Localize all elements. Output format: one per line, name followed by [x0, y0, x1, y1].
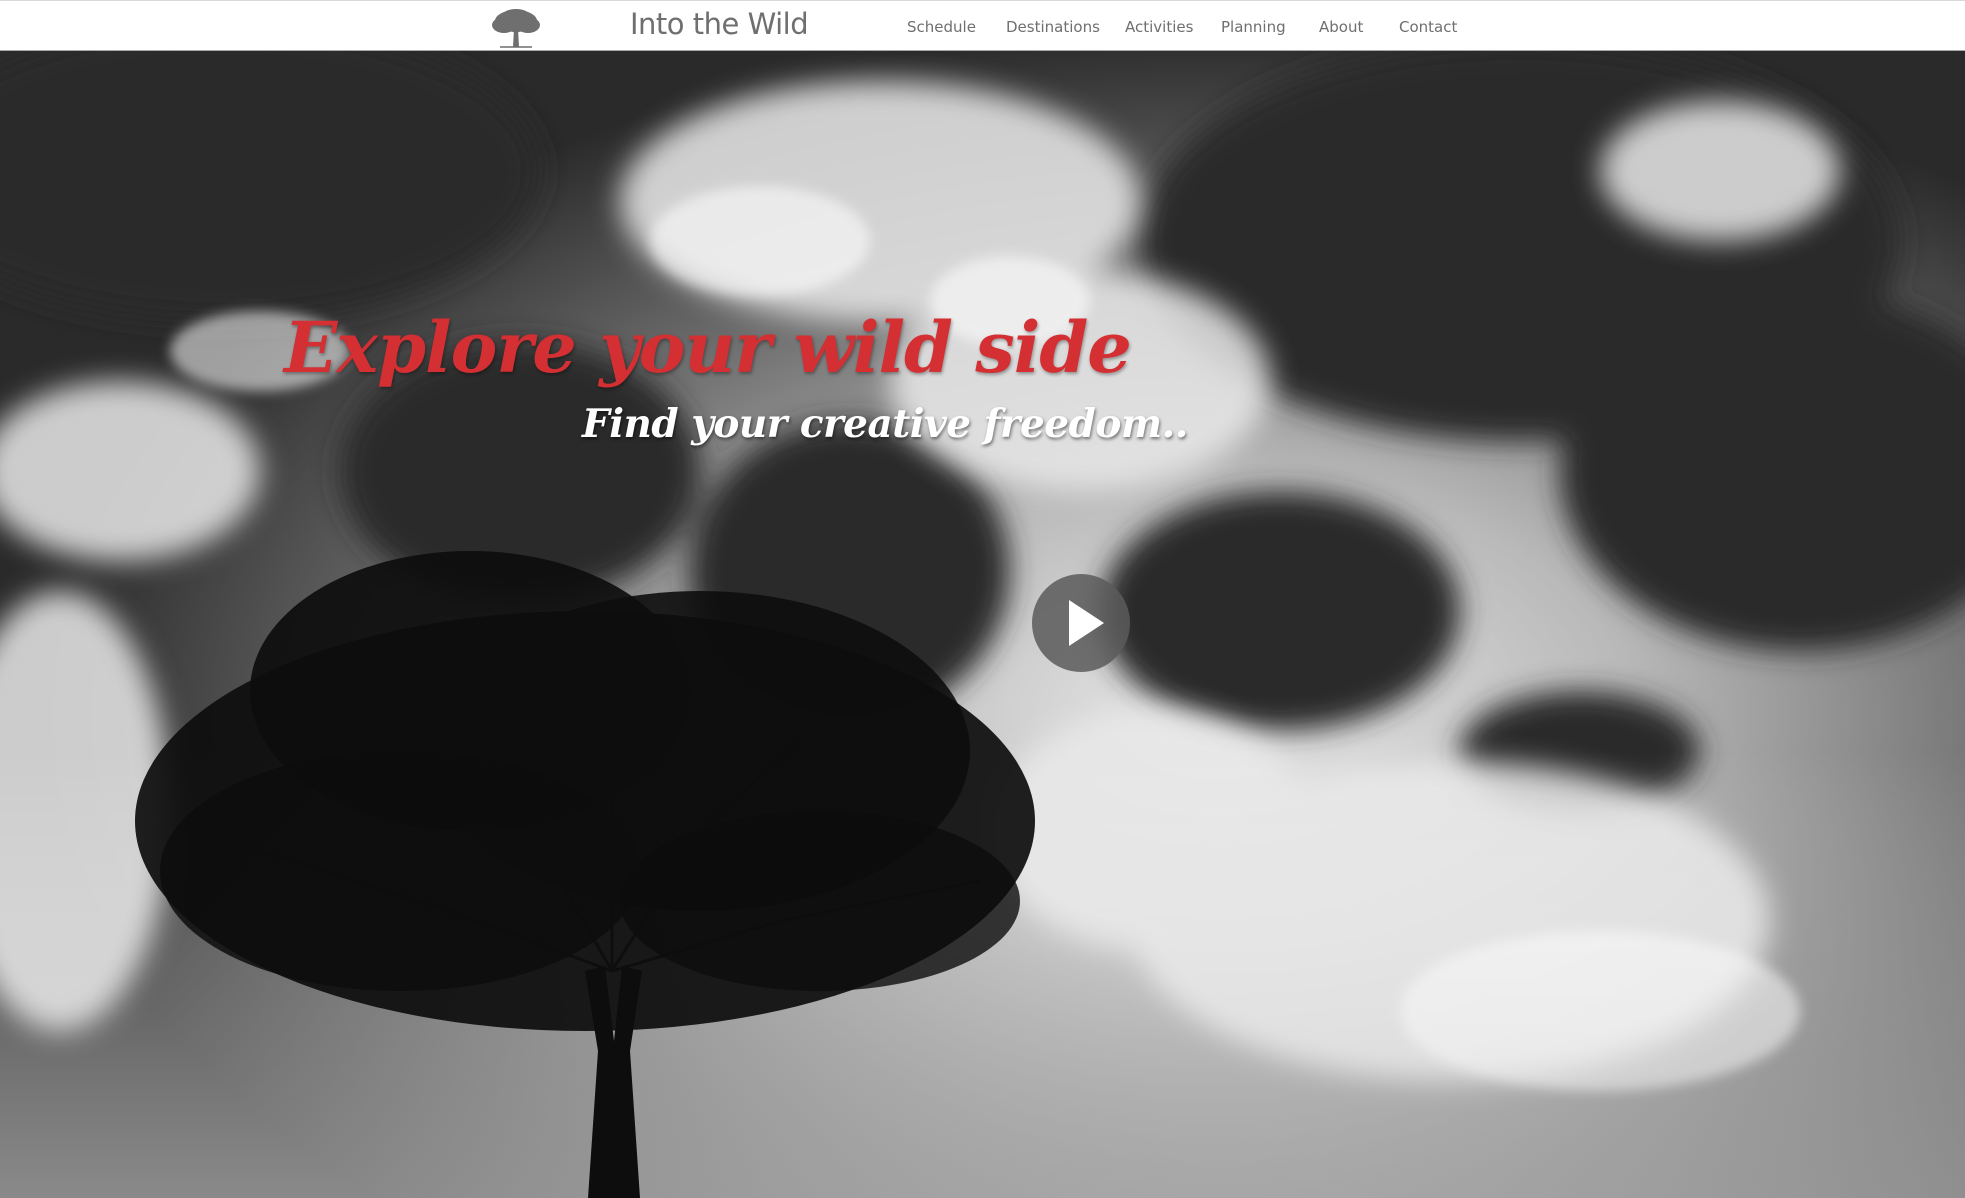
hero-headline: Explore your wild side	[284, 306, 1132, 389]
nav-item-planning[interactable]: Planning	[1221, 18, 1286, 36]
site-brand[interactable]: Into the Wild	[630, 7, 809, 41]
nav-item-schedule[interactable]: Schedule	[907, 18, 976, 36]
nav-item-about[interactable]: About	[1319, 18, 1363, 36]
hero-subheadline: Find your creative freedom..	[582, 401, 1188, 447]
nav-item-contact[interactable]: Contact	[1399, 18, 1457, 36]
page: Into the Wild Schedule Destinations Acti…	[0, 0, 1965, 1198]
nav-item-destinations[interactable]: Destinations	[1006, 18, 1100, 36]
play-icon[interactable]	[1031, 573, 1131, 673]
hero-section: Explore your wild side Find your creativ…	[0, 51, 1965, 1198]
hero-background-image	[0, 51, 1965, 1198]
nav-item-activities[interactable]: Activities	[1125, 18, 1193, 36]
site-header: Into the Wild Schedule Destinations Acti…	[0, 0, 1965, 51]
tree-icon[interactable]	[490, 7, 542, 49]
